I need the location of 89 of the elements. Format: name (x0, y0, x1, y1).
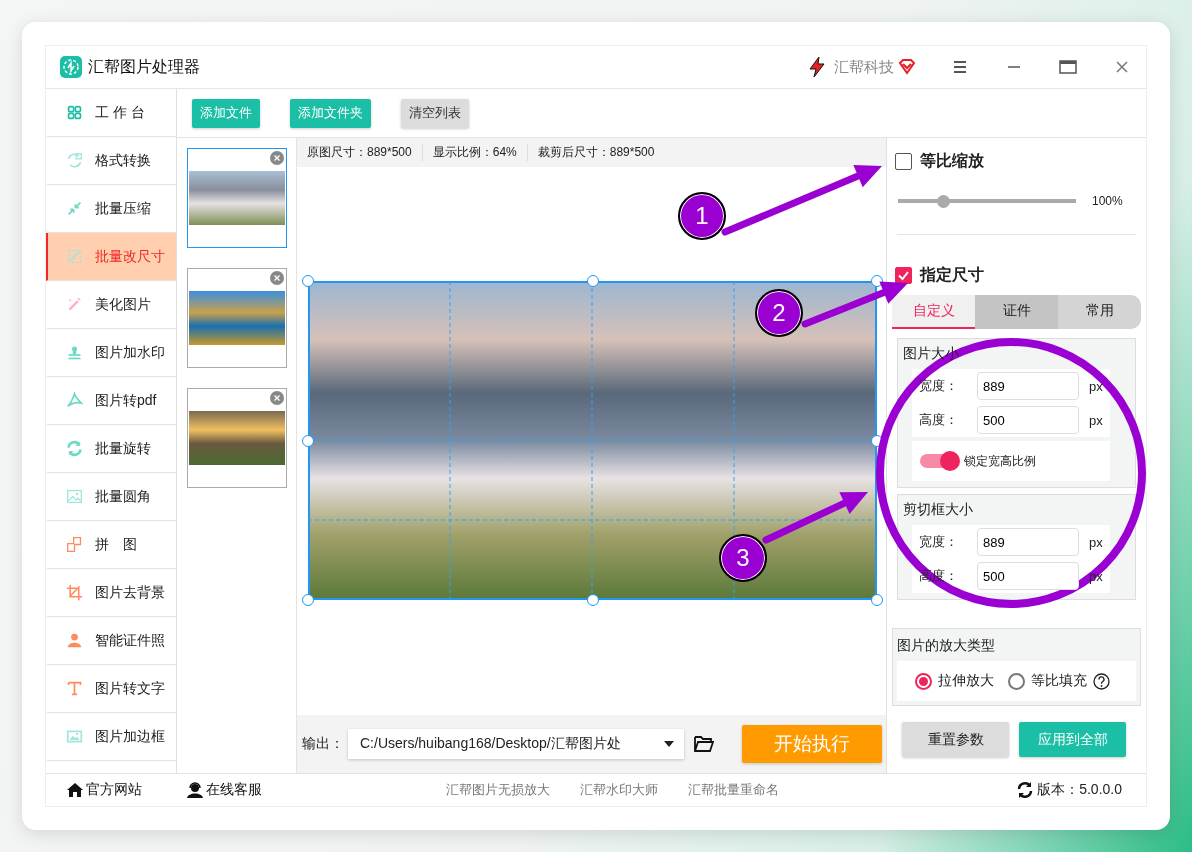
sidebar-label: 批量旋转 (95, 439, 151, 458)
section-title: 图片的放大类型 (897, 637, 996, 655)
refresh-icon[interactable] (1016, 781, 1035, 799)
folder-icon[interactable] (694, 735, 714, 753)
resize-handle[interactable] (302, 275, 314, 287)
maximize-icon[interactable] (1058, 57, 1078, 77)
radio-button[interactable] (915, 672, 932, 690)
checkbox[interactable] (895, 153, 912, 170)
sidebar-label: 批量圆角 (95, 487, 151, 506)
remove-icon[interactable] (270, 271, 284, 285)
headset-person-icon (186, 781, 204, 799)
resize-icon (66, 248, 83, 265)
home-icon (66, 781, 84, 799)
unit-label: px (1089, 378, 1103, 394)
thumbnail-card[interactable] (187, 148, 287, 248)
remove-icon[interactable] (270, 391, 284, 405)
person-icon (66, 632, 83, 649)
checkbox-label: 等比缩放 (920, 151, 984, 171)
checkbox-label: 指定尺寸 (920, 265, 984, 285)
radio-button[interactable] (1008, 672, 1025, 690)
field-label: 高度： (918, 411, 959, 429)
sidebar-label: 图片加水印 (95, 343, 165, 362)
sidebar-label: 批量改尺寸 (95, 247, 165, 266)
convert-icon (66, 152, 83, 169)
lightning-logo-icon (806, 56, 828, 78)
resize-handle[interactable] (302, 594, 314, 606)
caret-icon (664, 741, 674, 747)
image-icon (66, 488, 83, 505)
sidebar-label: 图片转文字 (95, 679, 165, 698)
footer-link[interactable]: 在线客服 (206, 781, 262, 799)
section-title: 剪切框大小 (903, 501, 974, 519)
sidebar-label: 图片去背景 (95, 583, 165, 602)
toolbar-button[interactable]: 清空列表 (401, 98, 469, 128)
sidebar-label: 图片加边框 (95, 727, 165, 746)
product-link[interactable]: 汇帮水印大师 (580, 781, 658, 799)
radio-label: 等比填充 (1031, 672, 1087, 690)
grid-icon (66, 104, 83, 121)
thumbnail-card[interactable] (187, 388, 287, 488)
radio-label: 拉伸放大 (938, 672, 994, 690)
product-link[interactable]: 汇帮批量重命名 (688, 781, 779, 799)
pdf-icon (66, 392, 83, 409)
image-info: 显示比例：64% (421, 144, 527, 161)
footer-link[interactable]: 官方网站 (86, 781, 142, 799)
sidebar-label: 批量压缩 (95, 199, 151, 218)
version-label: 版本：5.0.0.0 (1037, 781, 1122, 799)
sidebar-label: 拼 图 (95, 535, 137, 554)
slider-value: 100% (1092, 194, 1123, 208)
thumbnail-card[interactable] (187, 268, 287, 368)
rotate-icon (66, 440, 83, 457)
remove-icon[interactable] (270, 151, 284, 165)
size-tab[interactable]: 证件 (975, 295, 1058, 329)
sidebar-label: 工 作 台 (95, 103, 145, 122)
field-label: 宽度： (918, 377, 959, 395)
sidebar-label: 图片转pdf (95, 391, 157, 410)
checkbox[interactable] (895, 267, 912, 284)
brand-name: 汇帮科技 (834, 57, 894, 77)
output-path-dropdown[interactable]: C:/Users/huibang168/Desktop/汇帮图片处 (348, 729, 684, 759)
text-icon (66, 680, 83, 697)
compress-icon (66, 200, 83, 217)
number-field[interactable]: 500 (977, 562, 1079, 590)
picture-icon (66, 728, 83, 745)
number-field[interactable]: 889 (977, 372, 1079, 400)
sidebar-label: 美化图片 (95, 295, 151, 314)
diamond-icon (898, 59, 916, 75)
number-field[interactable]: 889 (977, 528, 1079, 556)
help-icon[interactable] (1093, 672, 1110, 690)
toggle-label: 锁定宽高比例 (964, 452, 1036, 470)
puzzle-icon (66, 536, 83, 553)
app-logo-icon (60, 56, 82, 78)
stamp-icon (66, 344, 83, 361)
unit-label: px (1089, 534, 1103, 550)
unit-label: px (1089, 412, 1103, 428)
product-link[interactable]: 汇帮图片无损放大 (446, 781, 550, 799)
sidebar-label: 智能证件照 (95, 631, 165, 650)
size-tab[interactable]: 常用 (1058, 295, 1141, 329)
wand-icon (66, 296, 83, 313)
output-label: 输出： (302, 735, 344, 753)
image-info: 裁剪后尺寸：889*500 (526, 144, 665, 161)
field-label: 宽度： (918, 533, 959, 551)
slider-thumb[interactable] (936, 194, 950, 208)
panel-button[interactable]: 重置参数 (902, 722, 1009, 757)
number-field[interactable]: 500 (977, 406, 1079, 434)
resize-handle[interactable] (871, 594, 883, 606)
image-info: 原图尺寸：889*500 (307, 144, 413, 161)
sidebar-label: 格式转换 (95, 151, 151, 170)
size-tab[interactable]: 自定义 (892, 295, 975, 329)
window-title: 汇帮图片处理器 (88, 56, 200, 77)
toggle-switch[interactable] (920, 454, 958, 468)
crop-icon (66, 584, 83, 601)
